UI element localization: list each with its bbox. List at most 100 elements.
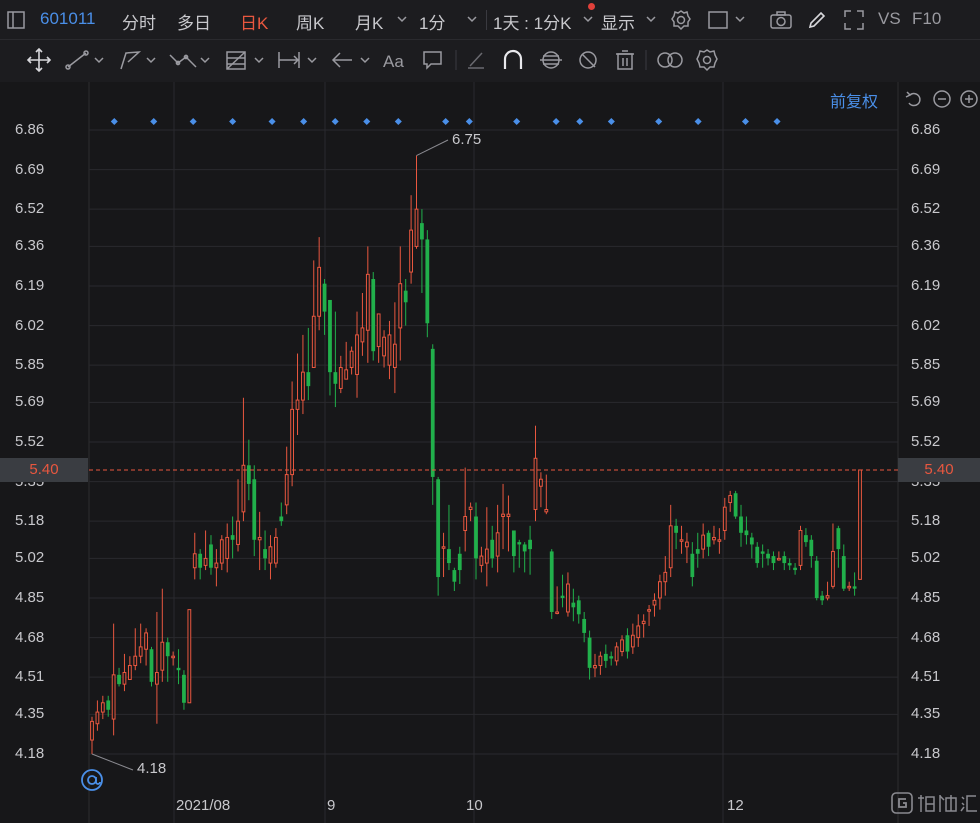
candle-body-down[interactable]	[328, 299, 332, 373]
candle-body-up[interactable]	[133, 655, 138, 667]
candle-body-down[interactable]	[852, 586, 857, 589]
candle-body-up[interactable]	[360, 327, 365, 343]
tab-multi-day[interactable]: 多日	[177, 9, 211, 34]
candle-body-up[interactable]	[776, 557, 781, 561]
tab-one-minute[interactable]: 1分	[419, 9, 445, 34]
event-marker[interactable]	[442, 117, 450, 126]
candle-body-up[interactable]	[652, 599, 657, 606]
lock-drawing-icon[interactable]	[540, 51, 562, 69]
line-segment-icon[interactable]	[65, 50, 104, 70]
candle-body-down[interactable]	[420, 223, 424, 240]
candle-body-up[interactable]	[138, 646, 143, 657]
candle-body-up[interactable]	[479, 555, 484, 566]
candle-body-down[interactable]	[706, 532, 711, 547]
candle-body-up[interactable]	[566, 583, 570, 613]
chart-settings-gear-icon[interactable]	[696, 49, 718, 72]
candle-body-down[interactable]	[739, 516, 743, 533]
candle-body-up[interactable]	[225, 536, 230, 559]
candle-body-up[interactable]	[338, 366, 343, 389]
candle-body-up[interactable]	[441, 546, 446, 549]
candle-body-down[interactable]	[528, 539, 532, 550]
candle-body-down[interactable]	[749, 537, 754, 545]
fullscreen-icon[interactable]	[843, 9, 865, 31]
event-marker[interactable]	[110, 117, 118, 126]
candle-body-down[interactable]	[511, 530, 516, 557]
candle-body-down[interactable]	[695, 549, 700, 554]
candle-body-up[interactable]	[382, 336, 386, 357]
candle-body-up[interactable]	[317, 266, 322, 317]
candle-body-down[interactable]	[517, 542, 522, 545]
candle-body-down[interactable]	[149, 649, 154, 682]
candle-body-down[interactable]	[452, 570, 457, 582]
pencil-icon[interactable]	[806, 9, 828, 31]
candle-body-down[interactable]	[804, 535, 808, 543]
candle-body-down[interactable]	[771, 556, 776, 564]
candle-body-up[interactable]	[90, 720, 94, 741]
event-marker[interactable]	[189, 117, 197, 126]
event-marker[interactable]	[300, 117, 308, 126]
candle-body-down[interactable]	[560, 595, 565, 598]
candle-body-up[interactable]	[219, 539, 224, 564]
candle-body-up[interactable]	[160, 641, 165, 671]
candle-body-down[interactable]	[436, 479, 441, 578]
candle-body-down[interactable]	[582, 618, 587, 633]
event-marker[interactable]	[394, 117, 402, 126]
candle-body-up[interactable]	[414, 208, 419, 247]
candle-body-down[interactable]	[209, 544, 213, 568]
candle-body-down[interactable]	[176, 667, 181, 671]
candle-body-up[interactable]	[798, 529, 803, 566]
candle-body-up[interactable]	[295, 399, 300, 410]
candle-body-up[interactable]	[712, 536, 716, 541]
event-marker[interactable]	[694, 117, 702, 126]
candle-body-down[interactable]	[782, 556, 787, 564]
candle-body-down[interactable]	[755, 546, 760, 564]
candle-body-up[interactable]	[831, 550, 835, 587]
candle-body-down[interactable]	[809, 539, 814, 557]
candle-body-down[interactable]	[609, 656, 614, 659]
event-marker[interactable]	[268, 117, 276, 126]
candle-body-up[interactable]	[387, 334, 392, 366]
candle-body-up[interactable]	[268, 546, 273, 564]
stock-code[interactable]: 601011	[40, 9, 95, 29]
candle-body-up[interactable]	[501, 513, 505, 518]
candle-body-down[interactable]	[198, 553, 203, 568]
polyline-tool-icon[interactable]	[120, 51, 156, 70]
tab-weekly-k[interactable]: 周K	[296, 9, 324, 34]
candle-body-down[interactable]	[733, 493, 738, 517]
candle-body-down[interactable]	[246, 465, 251, 484]
event-marker[interactable]	[465, 117, 473, 126]
candle-body-up[interactable]	[349, 350, 354, 368]
candle-body-down[interactable]	[106, 700, 111, 710]
candle-body-down[interactable]	[820, 595, 825, 601]
chevron-down-icon[interactable]	[396, 14, 408, 24]
candle-body-up[interactable]	[555, 611, 560, 614]
candle-body-down[interactable]	[474, 516, 478, 559]
candle-body-up[interactable]	[365, 273, 370, 331]
candle-body-up[interactable]	[636, 625, 641, 639]
candle-body-down[interactable]	[571, 602, 576, 608]
candle-body-up[interactable]	[539, 478, 543, 487]
candle-body-up[interactable]	[122, 672, 127, 685]
candle-body-up[interactable]	[657, 581, 662, 599]
hide-drawing-icon[interactable]	[579, 51, 597, 69]
kline-chart[interactable]	[0, 82, 980, 823]
candle-body-down[interactable]	[690, 553, 695, 578]
candle-body-up[interactable]	[722, 506, 727, 531]
zoom-out-icon[interactable]	[932, 89, 952, 114]
candle-body-up[interactable]	[495, 532, 500, 557]
candle-body-down[interactable]	[674, 525, 679, 533]
candle-body-down[interactable]	[576, 600, 581, 615]
period-selector[interactable]: 1天 : 1分K	[493, 9, 571, 34]
tab-monthly-k[interactable]: 月K	[355, 9, 383, 34]
candle-body-up[interactable]	[236, 520, 240, 545]
candle-body-up[interactable]	[701, 534, 706, 550]
candle-body-up[interactable]	[533, 457, 538, 511]
tab-daily-k[interactable]: 日K	[240, 9, 268, 34]
candle-body-down[interactable]	[425, 239, 430, 324]
candle-body-down[interactable]	[230, 535, 235, 540]
at-sign-icon[interactable]	[80, 768, 104, 797]
candle-body-up[interactable]	[620, 639, 624, 653]
eraser-line-icon[interactable]	[468, 52, 484, 69]
candle-body-up[interactable]	[668, 525, 673, 569]
candle-body-up[interactable]	[593, 665, 597, 669]
